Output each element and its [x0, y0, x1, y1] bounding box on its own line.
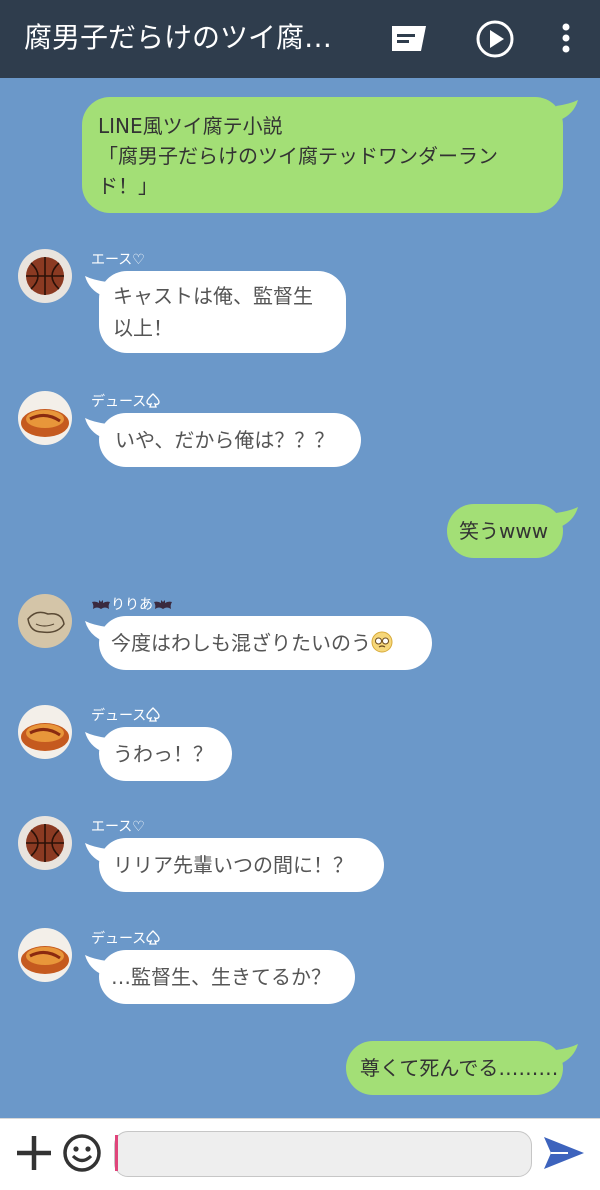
spade-icon — [146, 393, 160, 408]
my-message-bubble[interactable]: 笑うwww — [447, 504, 563, 558]
their-message-bubble[interactable]: キャストは俺、監督生 以上！ — [99, 271, 346, 353]
bubble-tail-icon — [556, 1044, 578, 1064]
my-message-bubble[interactable]: LINE風ツイ腐テ小説 「腐男子だらけのツイ腐テッドワンダーラン ド！」 — [82, 97, 563, 213]
sender-name: デュース — [91, 393, 160, 411]
avatar-ace[interactable] — [18, 816, 72, 870]
message-line: いや、だから俺は？？？ — [115, 428, 335, 452]
basketball-icon — [18, 249, 72, 303]
smiley-icon[interactable] — [62, 1133, 102, 1173]
omurice-icon — [18, 928, 72, 982]
bubble-tail-icon — [556, 507, 578, 527]
their-message-bubble[interactable]: リリア先輩いつの間に！？ — [99, 838, 384, 892]
their-message-bubble[interactable]: …監督生、生きてるか？ — [99, 950, 355, 1004]
spade-icon — [146, 707, 160, 722]
chat-header: 腐男子だらけのツイ腐… — [0, 0, 600, 78]
play-icon[interactable] — [475, 19, 515, 59]
bubble-tail-icon — [556, 100, 578, 120]
message-line: 「腐男子だらけのツイ腐テッドワンダーラン — [98, 144, 498, 168]
message-line: ド！」 — [98, 174, 158, 198]
their-message-bubble[interactable]: 今度はわしも混ざりたいのう — [99, 616, 432, 670]
avatar-deuce[interactable] — [18, 928, 72, 982]
message-line: キャストは俺、監督生 — [113, 284, 313, 308]
avatar-deuce[interactable] — [18, 705, 72, 759]
avatar-ace[interactable] — [18, 249, 72, 303]
send-icon[interactable] — [542, 1133, 586, 1173]
more-vertical-icon[interactable] — [548, 19, 584, 59]
sketch-avatar-icon — [18, 594, 72, 648]
bat-icon — [154, 600, 172, 609]
message-input[interactable] — [114, 1131, 532, 1177]
sender-name: エース♡ — [91, 252, 145, 268]
chat-message-list[interactable]: LINE風ツイ腐テ小説 「腐男子だらけのツイ腐テッドワンダーラン ド！」 エース… — [0, 78, 600, 1118]
sender-name: デュース — [91, 707, 160, 725]
sender-name: デュース — [91, 930, 160, 948]
message-line: …監督生、生きてるか？ — [111, 965, 331, 989]
message-input-bar — [0, 1118, 600, 1190]
sender-name: エース♡ — [91, 819, 145, 835]
bat-icon — [92, 600, 110, 609]
message-line: 笑うwww — [459, 519, 549, 543]
chat-menu-icon[interactable] — [388, 19, 428, 59]
text-caret — [115, 1135, 118, 1171]
my-message-bubble[interactable]: 尊くて死んでる……… — [346, 1041, 563, 1095]
message-line: 尊くて死んでる……… — [360, 1056, 559, 1080]
message-line: リリア先輩いつの間に！？ — [113, 853, 353, 877]
omurice-icon — [18, 391, 72, 445]
avatar-lilia[interactable] — [18, 594, 72, 648]
omurice-icon — [18, 705, 72, 759]
spade-icon — [146, 930, 160, 945]
chat-title: 腐男子だらけのツイ腐… — [24, 21, 333, 54]
their-message-bubble[interactable]: うわっ！？ — [99, 727, 232, 781]
message-line: うわっ！？ — [113, 742, 213, 766]
basketball-icon — [18, 816, 72, 870]
sender-name: りりあ — [91, 596, 173, 614]
their-message-bubble[interactable]: いや、だから俺は？？？ — [99, 413, 361, 467]
message-line: LINE風ツイ腐テ小説 — [98, 114, 283, 138]
message-line: 今度はわしも混ざりたいのう — [111, 626, 420, 660]
pleading-face-icon — [371, 631, 393, 653]
avatar-deuce[interactable] — [18, 391, 72, 445]
message-line: 以上！ — [113, 316, 173, 340]
plus-icon[interactable] — [14, 1133, 54, 1173]
